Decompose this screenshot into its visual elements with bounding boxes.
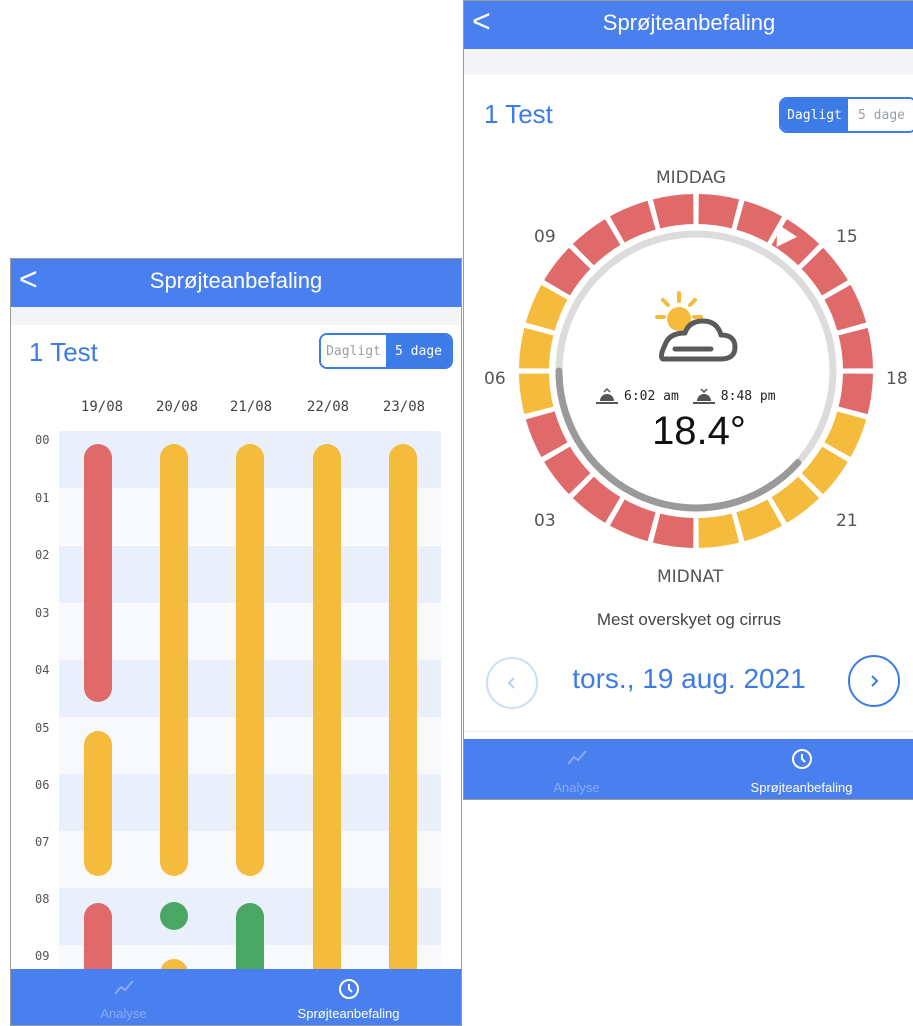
status-dot-suitable — [160, 902, 188, 930]
toggle-five-day[interactable]: 5 dage — [848, 99, 913, 131]
partly-cloudy-icon — [649, 291, 739, 371]
daily-screen: < Sprøjteanbefaling 1 Test Dagligt 5 dag… — [463, 0, 913, 800]
sunrise-icon — [596, 387, 618, 404]
date-label: 23/08 — [382, 399, 426, 415]
view-toggle: Dagligt 5 dage — [319, 333, 453, 369]
hour-segment — [836, 325, 876, 371]
chevron-right-icon — [871, 675, 879, 687]
hour-segment — [516, 325, 556, 371]
toggle-daily[interactable]: Dagligt — [321, 335, 386, 367]
sunset-icon — [692, 388, 715, 404]
hour-label: 01 — [35, 491, 50, 505]
header-bar: < Sprøjteanbefaling — [464, 1, 913, 49]
hour-segment — [836, 371, 876, 417]
sunrise-time: 6:02 am — [624, 388, 679, 404]
next-day-button[interactable] — [848, 655, 900, 707]
trend-line-icon — [11, 977, 236, 1001]
hour-segment — [696, 511, 742, 551]
hour-label: 09 — [534, 227, 556, 247]
hour-label: 05 — [35, 721, 50, 735]
hour-label: 02 — [35, 548, 50, 562]
header-spacer — [11, 307, 461, 325]
page-title: 1 Test — [484, 99, 553, 129]
current-date: tors., 19 aug. 2021 — [572, 663, 806, 694]
tab-analyse[interactable]: Analyse — [464, 739, 689, 799]
tab-spray-label: Sprøjteanbefaling — [750, 780, 853, 795]
header-spacer — [464, 49, 913, 75]
hour-segment — [650, 191, 696, 231]
tab-bar: Analyse Sprøjteanbefaling — [464, 739, 913, 799]
trend-line-icon — [464, 747, 689, 771]
status-bar-moderate — [236, 444, 264, 876]
temperature: 18.4° — [652, 409, 746, 453]
hour-label: 04 — [35, 663, 50, 677]
hour-label: 15 — [836, 227, 858, 247]
five-day-screen: < Sprøjteanbefaling 1 Test Dagligt 5 dag… — [10, 258, 462, 1026]
previous-day-button[interactable] — [486, 657, 538, 709]
toggle-daily[interactable]: Dagligt — [781, 99, 848, 131]
hour-label: 09 — [35, 949, 50, 963]
chevron-left-icon — [507, 677, 515, 689]
tab-analyse-label: Analyse — [100, 1006, 147, 1021]
date-label: 19/08 — [80, 399, 124, 415]
tab-analyse[interactable]: Analyse — [11, 969, 236, 1025]
clock-icon — [689, 747, 913, 771]
hour-label: 18 — [886, 369, 908, 389]
divider — [464, 731, 913, 732]
sunset-time: 8:48 pm — [720, 388, 776, 404]
weather-description: Mest overskyet og cirrus — [596, 610, 782, 629]
hour-label: 00 — [35, 433, 50, 447]
tab-spray-label: Sprøjteanbefaling — [297, 1006, 400, 1021]
header-title: Sprøjteanbefaling — [149, 268, 323, 293]
hour-segment — [696, 191, 742, 231]
hour-label: 03 — [35, 606, 50, 620]
date-label: 21/08 — [229, 399, 273, 415]
page-title: 1 Test — [29, 337, 98, 367]
header-title: Sprøjteanbefaling — [602, 10, 776, 35]
hour-label: 06 — [35, 778, 50, 792]
tab-bar: Analyse Sprøjteanbefaling — [11, 969, 461, 1025]
tab-spray[interactable]: Sprøjteanbefaling — [236, 969, 461, 1025]
header-bar: < Sprøjteanbefaling — [11, 259, 461, 307]
status-bar-moderate — [313, 444, 341, 984]
status-bar-moderate — [160, 444, 188, 876]
clock-icon — [236, 977, 461, 1001]
hour-label: 08 — [35, 892, 50, 906]
hour-segment — [516, 371, 556, 417]
tab-spray[interactable]: Sprøjteanbefaling — [689, 739, 913, 799]
status-bar-moderate — [84, 731, 112, 876]
toggle-five-day[interactable]: 5 dage — [386, 335, 451, 367]
date-label: 20/08 — [155, 399, 199, 415]
sun-times: 6:02 am 8:48 pm — [594, 385, 804, 407]
status-bar-unsuitable — [84, 444, 112, 702]
date-label: 22/08 — [306, 399, 350, 415]
label-midday: MIDDAG — [656, 168, 727, 188]
view-toggle: Dagligt 5 dage — [779, 97, 913, 133]
hour-label: 03 — [534, 511, 556, 531]
hour-label: 21 — [836, 511, 858, 531]
label-midnight: MIDNAT — [657, 567, 724, 587]
hour-label: 06 — [484, 369, 506, 389]
hour-segment — [650, 511, 696, 551]
tab-analyse-label: Analyse — [553, 780, 600, 795]
hour-label: 07 — [35, 835, 50, 849]
status-bar-moderate — [389, 444, 417, 984]
